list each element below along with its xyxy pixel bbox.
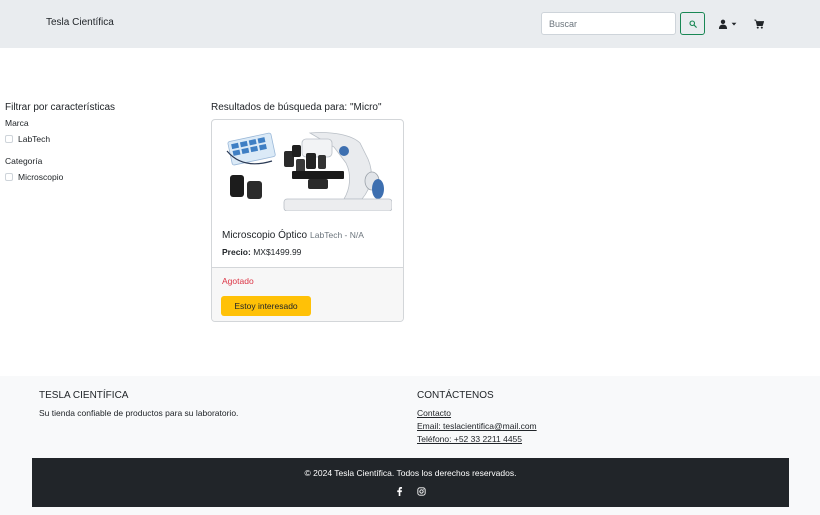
- filter-option-label: Microscopio: [18, 172, 64, 182]
- interested-button[interactable]: Estoy interesado: [221, 296, 311, 316]
- product-title[interactable]: Microscopio Óptico LabTech - N/A: [222, 230, 364, 241]
- filter-checkbox[interactable]: [5, 173, 13, 181]
- price-label: Precio:: [222, 247, 251, 257]
- instagram-icon: [416, 486, 426, 496]
- filter-checkbox[interactable]: [5, 135, 13, 143]
- product-image[interactable]: [222, 129, 392, 211]
- copyright-text: © 2024 Tesla Científica. Todos los derec…: [304, 468, 517, 478]
- filter-option-microscopio[interactable]: Microscopio: [5, 172, 195, 182]
- filters-title: Filtrar por características: [5, 102, 116, 113]
- top-navbar: Tesla Científica: [0, 0, 820, 48]
- filter-option-label: LabTech: [18, 134, 51, 144]
- filter-group-title: Categoría: [5, 156, 43, 166]
- instagram-link[interactable]: [416, 486, 426, 496]
- facebook-link[interactable]: [394, 486, 404, 496]
- site-brand[interactable]: Tesla Científica: [46, 17, 114, 28]
- product-price: Precio: MX$1499.99: [222, 247, 301, 257]
- search-button[interactable]: [680, 12, 705, 35]
- footer-bottom-bar: © 2024 Tesla Científica. Todos los derec…: [32, 458, 789, 507]
- cart-button[interactable]: [754, 16, 768, 32]
- facebook-icon: [396, 486, 402, 496]
- filter-group-brand: Marca LabTech: [5, 118, 195, 144]
- footer-about-text: Su tienda confiable de productos para su…: [39, 408, 239, 418]
- filter-group-category: Categoría Microscopio: [5, 156, 195, 182]
- product-name: Microscopio Óptico: [222, 230, 308, 241]
- caret-down-icon: [731, 22, 737, 26]
- filter-group-title: Marca: [5, 118, 29, 128]
- user-menu-toggle[interactable]: [718, 16, 742, 32]
- user-icon: [718, 19, 728, 29]
- cart-icon: [754, 19, 764, 29]
- product-card-footer: Agotado Estoy interesado: [212, 267, 403, 321]
- filter-option-labtech[interactable]: LabTech: [5, 134, 195, 144]
- results-title: Resultados de búsqueda para: "Micro": [211, 102, 382, 113]
- filters-sidebar: Filtrar por características Marca LabTec…: [5, 102, 195, 194]
- footer-about-title: TESLA CIENTÍFICA: [39, 390, 129, 401]
- email-link[interactable]: Email: teslacientifica@mail.com: [417, 421, 537, 431]
- product-card: Microscopio Óptico LabTech - N/A Precio: …: [211, 119, 404, 322]
- search-icon: [688, 19, 697, 28]
- site-footer: TESLA CIENTÍFICA Su tienda confiable de …: [0, 376, 820, 515]
- footer-contact-title: CONTÁCTENOS: [417, 390, 494, 401]
- price-value: MX$1499.99: [253, 247, 302, 257]
- stock-status: Agotado: [222, 276, 254, 286]
- phone-link[interactable]: Teléfono: +52 33 2211 4455: [417, 434, 522, 444]
- product-brand-info: LabTech - N/A: [310, 230, 364, 240]
- contact-link[interactable]: Contacto: [417, 408, 451, 418]
- search-input[interactable]: [541, 12, 676, 35]
